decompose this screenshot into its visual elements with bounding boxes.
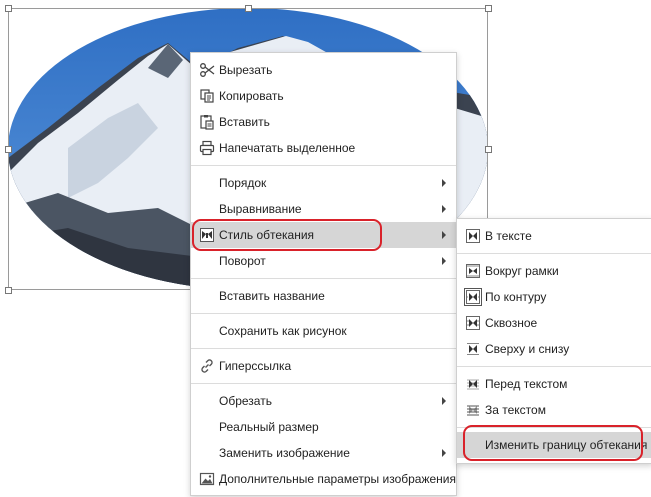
menu-item-copy[interactable]: Копировать [191, 83, 456, 109]
menu-item-replace-image[interactable]: Заменить изображение [191, 440, 456, 466]
resize-handle-bottom-left[interactable] [5, 287, 12, 294]
wrap-option-label: Сквозное [485, 316, 538, 330]
menu-item-label: Реальный размер [219, 420, 319, 434]
image-icon [199, 471, 215, 487]
menu-item-label: Поворот [219, 254, 266, 268]
printer-icon [199, 140, 215, 156]
menu-item-label: Дополнительные параметры изображения [219, 472, 456, 486]
wrap-through-icon [465, 315, 481, 331]
menu-item-label: Копировать [219, 89, 284, 103]
submenu-arrow-icon [442, 449, 446, 457]
menu-item-image-settings[interactable]: Дополнительные параметры изображения [191, 466, 456, 492]
menu-separator [191, 383, 456, 384]
wrap-option-label: За текстом [485, 403, 546, 417]
menu-item-align[interactable]: Выравнивание [191, 196, 456, 222]
menu-item-wrap-style[interactable]: Стиль обтекания [191, 222, 456, 248]
menu-item-label: Стиль обтекания [219, 228, 315, 242]
wrap-option-label: В тексте [485, 229, 532, 243]
menu-item-insert-caption[interactable]: Вставить название [191, 283, 456, 309]
context-menu: Вырезать Копировать Вставить Напечатать … [190, 52, 457, 496]
wrap-option-label: Вокруг рамки [485, 264, 559, 278]
submenu-arrow-icon [442, 179, 446, 187]
menu-item-print[interactable]: Напечатать выделенное [191, 135, 456, 161]
wrap-tight-icon [464, 288, 482, 306]
resize-handle-top-left[interactable] [5, 5, 12, 12]
menu-separator [457, 253, 651, 254]
menu-item-label: Заменить изображение [219, 446, 350, 460]
menu-item-label: Вставить [219, 115, 270, 129]
menu-item-label: Гиперссылка [219, 359, 292, 373]
menu-item-rotate[interactable]: Поворот [191, 248, 456, 274]
link-icon [199, 358, 215, 374]
scissors-icon [199, 62, 215, 78]
menu-item-actual-size[interactable]: Реальный размер [191, 414, 456, 440]
menu-separator [191, 165, 456, 166]
wrap-option-inline[interactable]: В тексте [457, 223, 651, 249]
resize-handle-left[interactable] [5, 146, 12, 153]
resize-handle-top-right[interactable] [485, 5, 492, 12]
menu-item-crop[interactable]: Обрезать [191, 388, 456, 414]
wrap-inline-icon [465, 228, 481, 244]
wrap-style-submenu: В тексте Вокруг рамки По контуру Сквозно… [456, 218, 651, 464]
menu-item-hyperlink[interactable]: Гиперссылка [191, 353, 456, 379]
submenu-arrow-icon [442, 397, 446, 405]
menu-item-label: Обрезать [219, 394, 272, 408]
menu-item-paste[interactable]: Вставить [191, 109, 456, 135]
menu-item-cut[interactable]: Вырезать [191, 57, 456, 83]
menu-separator [191, 278, 456, 279]
menu-item-order[interactable]: Порядок [191, 170, 456, 196]
copy-icon [199, 88, 215, 104]
wrap-option-tight[interactable]: По контуру [457, 284, 651, 310]
menu-item-label: Сохранить как рисунок [219, 324, 347, 338]
wrap-in-front-icon [465, 376, 481, 392]
wrap-option-label: По контуру [485, 290, 547, 304]
wrap-option-label: Изменить границу обтекания [485, 438, 648, 452]
wrap-option-behind[interactable]: За текстом [457, 397, 651, 423]
menu-item-label: Выравнивание [219, 202, 302, 216]
wrap-square-icon [465, 263, 481, 279]
menu-item-label: Напечатать выделенное [219, 141, 356, 155]
paste-icon [199, 114, 215, 130]
menu-separator [457, 366, 651, 367]
wrap-option-edit-boundary[interactable]: Изменить границу обтекания [457, 432, 651, 458]
wrap-option-in-front[interactable]: Перед текстом [457, 371, 651, 397]
submenu-arrow-icon [442, 205, 446, 213]
menu-separator [191, 348, 456, 349]
wrap-top-bottom-icon [465, 341, 481, 357]
menu-item-label: Вставить название [219, 289, 325, 303]
wrap-option-square[interactable]: Вокруг рамки [457, 258, 651, 284]
menu-item-label: Порядок [219, 176, 267, 190]
menu-item-label: Вырезать [219, 63, 273, 77]
wrap-option-label: Перед текстом [485, 377, 568, 391]
resize-handle-right[interactable] [485, 146, 492, 153]
wrap-option-top-bottom[interactable]: Сверху и снизу [457, 336, 651, 362]
resize-handle-top[interactable] [245, 5, 252, 12]
submenu-arrow-icon [442, 231, 446, 239]
wrap-style-icon [199, 227, 215, 243]
wrap-behind-icon [465, 402, 481, 418]
wrap-option-label: Сверху и снизу [485, 342, 570, 356]
wrap-option-through[interactable]: Сквозное [457, 310, 651, 336]
menu-separator [191, 313, 456, 314]
submenu-arrow-icon [442, 257, 446, 265]
menu-item-save-as-picture[interactable]: Сохранить как рисунок [191, 318, 456, 344]
menu-separator [457, 427, 651, 428]
